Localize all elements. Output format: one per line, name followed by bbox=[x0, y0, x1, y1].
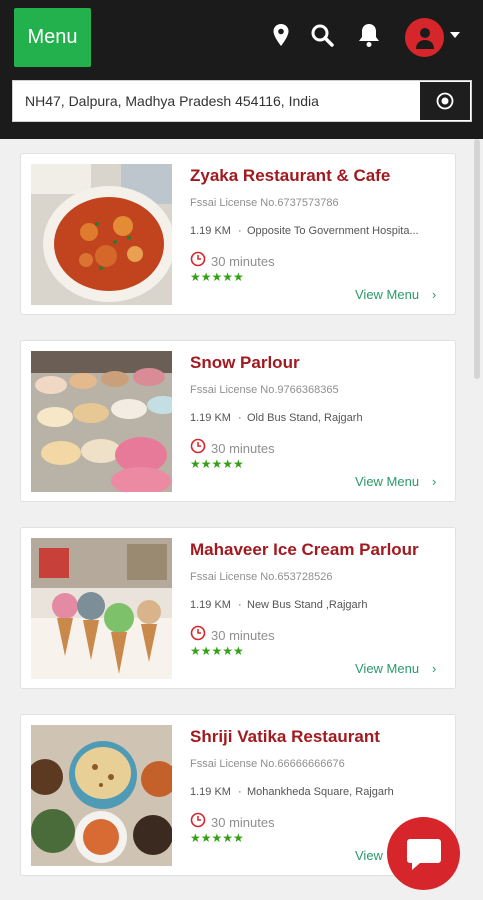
locate-button[interactable] bbox=[419, 81, 471, 121]
separator-dot: · bbox=[238, 225, 242, 237]
delivery-time: 30 minutes bbox=[211, 815, 275, 830]
license-number: Fssai License No.6737573786 bbox=[190, 197, 339, 209]
restaurant-card[interactable]: Mahaveer Ice Cream Parlour Fssai License… bbox=[20, 527, 456, 689]
clock-icon bbox=[190, 438, 206, 454]
user-avatar-icon[interactable] bbox=[405, 18, 444, 57]
distance: 1.19 KM bbox=[190, 225, 231, 237]
address: Mohankheda Square, Rajgarh bbox=[247, 786, 394, 798]
distance: 1.19 KM bbox=[190, 786, 231, 798]
chevron-right-icon[interactable]: › bbox=[432, 474, 436, 489]
delivery-time: 30 minutes bbox=[211, 254, 275, 269]
restaurant-list[interactable]: Zyaka Restaurant & Cafe Fssai License No… bbox=[0, 139, 483, 900]
caret-down-icon[interactable] bbox=[450, 32, 460, 38]
star-rating: ★★★★★ bbox=[190, 270, 244, 284]
crosshair-icon bbox=[436, 92, 454, 110]
clock-icon bbox=[190, 251, 206, 267]
restaurant-name[interactable]: Shriji Vatika Restaurant bbox=[190, 727, 380, 747]
ice-cream-display-photo bbox=[31, 351, 172, 492]
restaurant-card[interactable]: Zyaka Restaurant & Cafe Fssai License No… bbox=[20, 153, 456, 315]
curry-bowl-photo bbox=[31, 164, 172, 305]
delivery-time: 30 minutes bbox=[211, 628, 275, 643]
clock-icon bbox=[190, 812, 206, 828]
location-input[interactable] bbox=[13, 81, 419, 121]
separator-dot: · bbox=[238, 599, 242, 611]
view-menu-link[interactable]: View Menu bbox=[355, 474, 419, 489]
menu-button[interactable]: Menu bbox=[14, 8, 91, 67]
view-menu-link[interactable]: View Menu bbox=[355, 287, 419, 302]
address: Old Bus Stand, Rajgarh bbox=[247, 412, 363, 424]
ice-cream-cones-photo bbox=[31, 538, 172, 679]
restaurant-name[interactable]: Zyaka Restaurant & Cafe bbox=[190, 166, 390, 186]
location-pin-icon[interactable] bbox=[268, 22, 294, 48]
restaurant-name[interactable]: Snow Parlour bbox=[190, 353, 300, 373]
distance: 1.19 KM bbox=[190, 412, 231, 424]
bell-icon[interactable] bbox=[356, 22, 382, 48]
separator-dot: · bbox=[238, 786, 242, 798]
location-search-bar bbox=[12, 80, 472, 122]
scrollbar[interactable] bbox=[474, 139, 480, 379]
view-menu-link[interactable]: View Menu bbox=[355, 661, 419, 676]
star-rating: ★★★★★ bbox=[190, 457, 244, 471]
chat-bubble-icon bbox=[406, 838, 441, 870]
star-rating: ★★★★★ bbox=[190, 644, 244, 658]
search-icon[interactable] bbox=[309, 22, 335, 48]
license-number: Fssai License No.653728526 bbox=[190, 571, 333, 583]
separator-dot: · bbox=[238, 412, 242, 424]
restaurant-name[interactable]: Mahaveer Ice Cream Parlour bbox=[190, 540, 419, 560]
delivery-time: 30 minutes bbox=[211, 441, 275, 456]
license-number: Fssai License No.66666666676 bbox=[190, 758, 345, 770]
chevron-right-icon[interactable]: › bbox=[432, 287, 436, 302]
restaurant-card[interactable]: Snow Parlour Fssai License No.9766368365… bbox=[20, 340, 456, 502]
license-number: Fssai License No.9766368365 bbox=[190, 384, 339, 396]
thali-naan-photo bbox=[31, 725, 172, 866]
app-header: Menu bbox=[0, 0, 483, 139]
address: Opposite To Government Hospita... bbox=[247, 225, 419, 237]
view-menu-link[interactable]: View bbox=[355, 848, 383, 863]
star-rating: ★★★★★ bbox=[190, 831, 244, 845]
chevron-right-icon[interactable]: › bbox=[432, 661, 436, 676]
distance: 1.19 KM bbox=[190, 599, 231, 611]
chat-button[interactable] bbox=[387, 817, 460, 890]
address: New Bus Stand ,Rajgarh bbox=[247, 599, 368, 611]
clock-icon bbox=[190, 625, 206, 641]
